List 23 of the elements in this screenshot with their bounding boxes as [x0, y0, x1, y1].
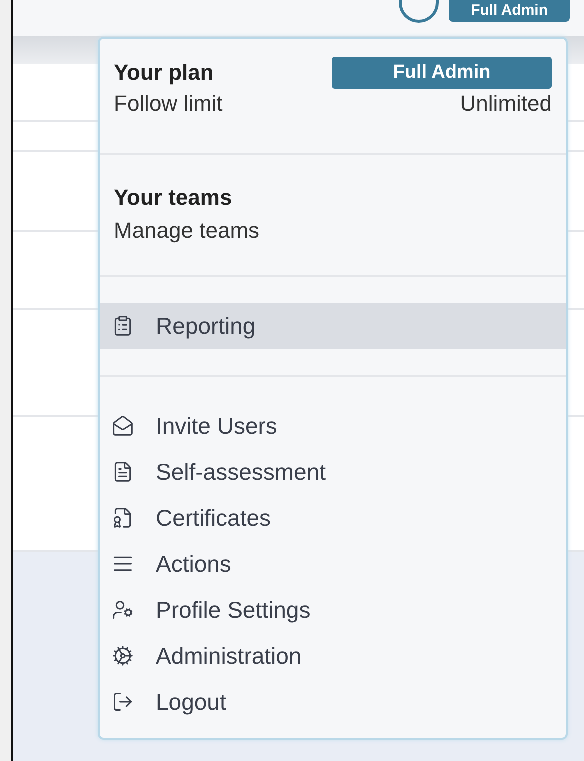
menu-item[interactable]: Profile Settings [100, 587, 566, 633]
logout-icon [112, 691, 134, 713]
menu-item[interactable]: Reporting [100, 303, 566, 349]
teams-title: Your teams [114, 184, 232, 212]
manage-teams-link[interactable]: Manage teams [114, 213, 260, 249]
menu-item[interactable]: Certificates [100, 495, 566, 541]
follow-limit-value: Unlimited [460, 90, 552, 118]
clipboard-icon [112, 315, 134, 337]
gear-icon [112, 645, 134, 667]
follow-limit-label: Follow limit [114, 90, 223, 118]
menu-item[interactable]: Actions [100, 541, 566, 587]
avatar-icon[interactable] [399, 0, 440, 23]
plan-badge: Full Admin [332, 57, 552, 89]
menu-item[interactable]: Administration [100, 633, 566, 679]
document-icon [112, 461, 134, 483]
role-badge: Full Admin [449, 0, 570, 22]
user-gear-icon [112, 599, 134, 621]
envelope-icon [112, 415, 134, 437]
menu-item[interactable]: Logout [100, 679, 566, 725]
menu-item[interactable]: Self-assessment [100, 449, 566, 495]
menu-item[interactable]: Invite Users [100, 403, 566, 449]
certificate-icon [112, 507, 134, 529]
plan-title: Your plan [114, 59, 214, 87]
